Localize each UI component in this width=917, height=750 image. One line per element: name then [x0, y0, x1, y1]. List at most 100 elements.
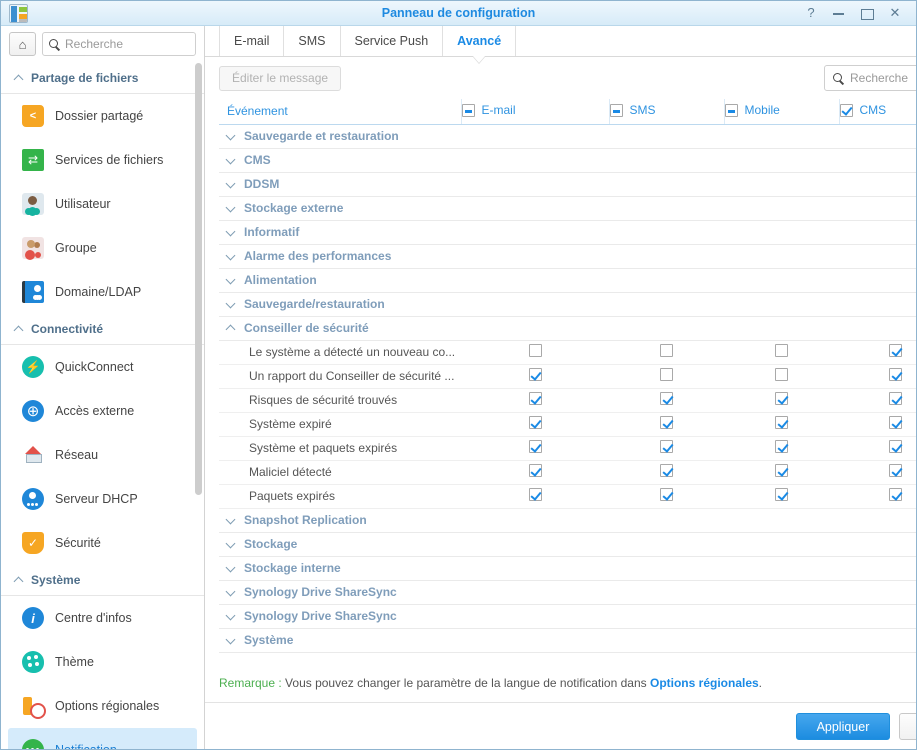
event-checkbox-mobile[interactable] [775, 416, 788, 429]
event-checkbox-mobile[interactable] [775, 368, 788, 381]
close-icon[interactable]: ✕ [888, 6, 902, 20]
sidebar-item-centre-d-infos[interactable]: Centre d'infos [8, 596, 197, 640]
event-checkbox-sms[interactable] [660, 368, 673, 381]
group-label-cell[interactable]: Sauvegarde et restauration [219, 124, 916, 149]
tab-sms[interactable]: SMS [284, 26, 341, 56]
event-checkbox-e-mail[interactable] [528, 344, 542, 357]
event-checkbox-mobile[interactable] [775, 344, 788, 357]
table-group-row[interactable]: Alimentation [219, 268, 916, 293]
sidebar-item-th-me[interactable]: Thème [8, 640, 197, 684]
event-checkbox-cell[interactable] [461, 388, 609, 413]
table-group-row[interactable]: DDSM [219, 172, 916, 197]
table-group-row[interactable]: Système [219, 628, 916, 653]
event-checkbox-cell[interactable] [839, 340, 916, 365]
event-checkbox-sms[interactable] [660, 488, 673, 501]
event-checkbox-sms[interactable] [660, 344, 673, 357]
sidebar-item-options-r-gionales[interactable]: Options régionales [8, 684, 197, 728]
event-checkbox-sms[interactable] [660, 464, 673, 477]
sidebar-search-input[interactable]: Recherche [42, 32, 196, 56]
table-group-row[interactable]: Sauvegarde/restauration [219, 292, 916, 317]
event-checkbox-cms[interactable] [889, 344, 902, 357]
table-group-row[interactable]: Sauvegarde et restauration [219, 124, 916, 149]
group-label-cell[interactable]: Alimentation [219, 268, 916, 293]
event-checkbox-cms[interactable] [889, 416, 902, 429]
event-checkbox-cell[interactable] [839, 484, 916, 509]
column-header-cms[interactable]: CMS [839, 99, 916, 125]
group-label-cell[interactable]: Informatif [219, 220, 916, 245]
event-checkbox-cms[interactable] [889, 368, 902, 381]
event-checkbox-cell[interactable] [724, 484, 839, 509]
table-group-row[interactable]: Alarme des performances [219, 244, 916, 269]
event-checkbox-cell[interactable] [724, 364, 839, 389]
help-icon[interactable]: ? [804, 6, 818, 20]
sidebar-item-s-curit[interactable]: Sécurité [8, 521, 197, 565]
sidebar-item-acc-s-externe[interactable]: Accès externe [8, 389, 197, 433]
sidebar-item-dossier-partag[interactable]: Dossier partagé [8, 94, 197, 138]
sidebar-item-services-de-fichiers[interactable]: Services de fichiers [8, 138, 197, 182]
table-group-row[interactable]: Synology Drive ShareSync [219, 604, 916, 629]
event-checkbox-cms[interactable] [889, 392, 902, 405]
event-checkbox-e-mail[interactable] [528, 440, 542, 453]
group-label-cell[interactable]: DDSM [219, 172, 916, 197]
event-checkbox-cell[interactable] [724, 388, 839, 413]
event-checkbox-cell[interactable] [609, 484, 724, 509]
table-search-input[interactable]: Recherche [824, 65, 916, 91]
event-checkbox-sms[interactable] [660, 416, 673, 429]
sidebar-item-domaine-ldap[interactable]: Domaine/LDAP [8, 270, 197, 314]
column-checkbox-cms[interactable] [839, 103, 853, 117]
event-checkbox-cell[interactable] [461, 364, 609, 389]
column-header-sms[interactable]: SMS [609, 99, 725, 125]
apply-button[interactable]: Appliquer [795, 713, 891, 740]
event-checkbox-sms[interactable] [660, 392, 673, 405]
event-checkbox-e-mail[interactable] [528, 488, 542, 501]
event-checkbox-e-mail[interactable] [528, 392, 542, 405]
sidebar-section-1[interactable]: Connectivité [1, 314, 204, 345]
event-checkbox-cms[interactable] [889, 488, 902, 501]
event-checkbox-cell[interactable] [461, 412, 609, 437]
group-label-cell[interactable]: Stockage [219, 532, 916, 557]
table-group-row[interactable]: Stockage externe [219, 196, 916, 221]
table-group-row[interactable]: Synology Drive ShareSync [219, 580, 916, 605]
event-checkbox-cell[interactable] [839, 460, 916, 485]
event-checkbox-e-mail[interactable] [528, 416, 542, 429]
sidebar-item-serveur-dhcp[interactable]: Serveur DHCP [8, 477, 197, 521]
event-checkbox-cell[interactable] [609, 340, 724, 365]
event-checkbox-cell[interactable] [461, 460, 609, 485]
event-checkbox-cell[interactable] [609, 388, 724, 413]
group-label-cell[interactable]: Stockage externe [219, 196, 916, 221]
event-checkbox-cell[interactable] [609, 436, 724, 461]
table-group-row[interactable]: Stockage [219, 532, 916, 557]
group-label-cell[interactable]: Sauvegarde/restauration [219, 292, 916, 317]
event-checkbox-mobile[interactable] [775, 464, 788, 477]
group-label-cell[interactable]: Synology Drive ShareSync [219, 604, 916, 629]
table-group-row[interactable]: Stockage interne [219, 556, 916, 581]
sidebar-section-2[interactable]: Système [1, 565, 204, 596]
column-checkbox-mobile[interactable] [724, 103, 738, 117]
tab-e-mail[interactable]: E-mail [219, 26, 285, 56]
event-checkbox-cell[interactable] [839, 364, 916, 389]
column-checkbox-e-mail[interactable] [461, 103, 475, 117]
table-group-row[interactable]: CMS [219, 148, 916, 173]
event-checkbox-cell[interactable] [461, 436, 609, 461]
event-checkbox-cell[interactable] [609, 412, 724, 437]
group-label-cell[interactable]: CMS [219, 148, 916, 173]
event-checkbox-mobile[interactable] [775, 488, 788, 501]
sidebar-item-utilisateur[interactable]: Utilisateur [8, 182, 197, 226]
sidebar-item-groupe[interactable]: Groupe [8, 226, 197, 270]
sidebar-item-quickconnect[interactable]: QuickConnect [8, 345, 197, 389]
tab-avanc-[interactable]: Avancé [443, 26, 517, 56]
event-checkbox-cell[interactable] [724, 436, 839, 461]
column-header-mobile[interactable]: Mobile [724, 99, 840, 125]
table-group-row[interactable]: Snapshot Replication [219, 508, 916, 533]
table-group-row[interactable]: Informatif [219, 220, 916, 245]
sidebar-item-r-seau[interactable]: Réseau [8, 433, 197, 477]
event-checkbox-cell[interactable] [724, 340, 839, 365]
event-checkbox-cell[interactable] [724, 412, 839, 437]
event-checkbox-cell[interactable] [839, 388, 916, 413]
event-checkbox-mobile[interactable] [775, 392, 788, 405]
event-checkbox-mobile[interactable] [775, 440, 788, 453]
event-checkbox-cell[interactable] [609, 460, 724, 485]
event-checkbox-cell[interactable] [461, 340, 609, 365]
home-button[interactable]: ⌂ [9, 32, 36, 56]
group-label-cell[interactable]: Snapshot Replication [219, 508, 916, 533]
